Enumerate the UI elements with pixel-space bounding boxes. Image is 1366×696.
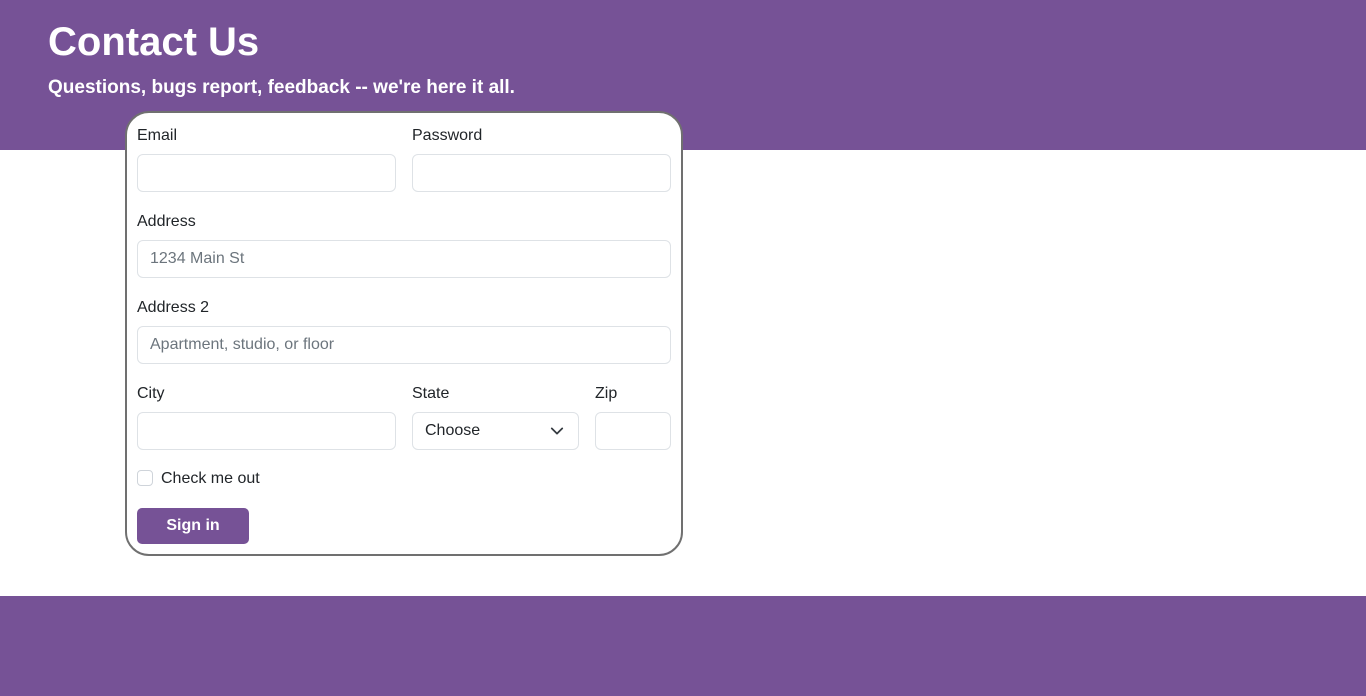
address2-field[interactable]	[137, 326, 671, 364]
check-me-out-label[interactable]: Check me out	[161, 469, 260, 489]
zip-field[interactable]	[595, 412, 671, 450]
page-title: Contact Us	[48, 20, 260, 64]
check-me-out-checkbox[interactable]	[137, 470, 153, 486]
address-field[interactable]	[137, 240, 671, 278]
email-field[interactable]	[137, 154, 396, 192]
page-subtitle: Questions, bugs report, feedback -- we'r…	[48, 77, 515, 98]
password-label: Password	[412, 127, 483, 144]
page-footer	[0, 596, 1366, 696]
password-field[interactable]	[412, 154, 671, 192]
address2-label: Address 2	[137, 299, 210, 316]
city-field[interactable]	[137, 412, 396, 450]
address-label: Address	[137, 213, 196, 230]
city-label: City	[137, 385, 165, 402]
sign-in-button[interactable]: Sign in	[137, 508, 249, 544]
state-label: State	[412, 385, 450, 402]
email-label: Email	[137, 127, 178, 144]
zip-label: Zip	[595, 385, 618, 402]
chevron-down-icon	[550, 427, 564, 435]
state-selected-value: Choose	[425, 422, 481, 439]
state-select[interactable]: Choose	[412, 412, 579, 450]
contact-form: Email Password Address Address 2 City St…	[125, 111, 683, 556]
